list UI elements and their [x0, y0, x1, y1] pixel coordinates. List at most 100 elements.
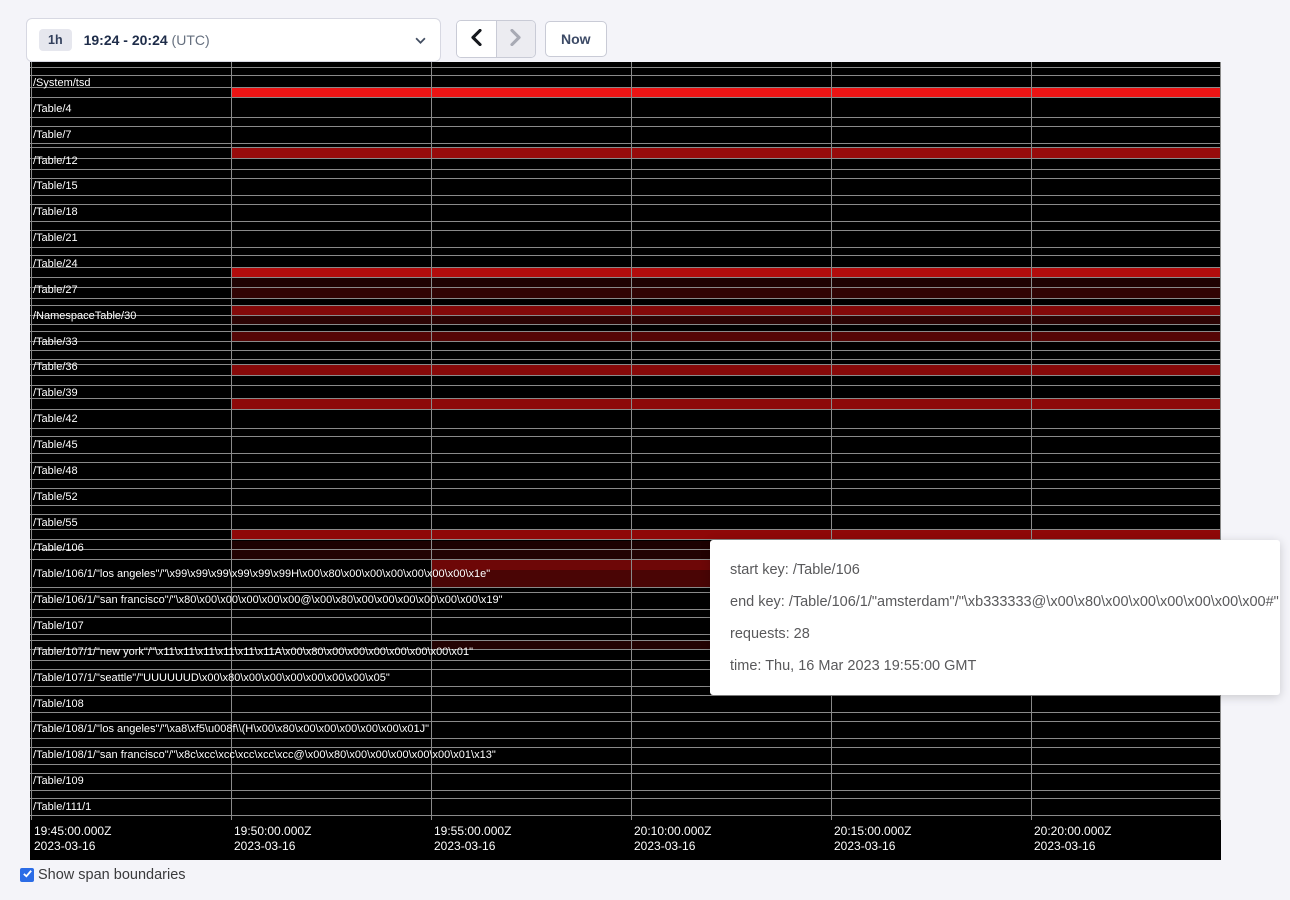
span-boundary-line: [30, 364, 1221, 365]
span-boundary-line: [30, 178, 1221, 179]
row-label: /Table/27: [33, 284, 78, 296]
span-boundary-line: [30, 721, 1221, 722]
span-boundary-line: [30, 87, 1221, 88]
span-boundary-line: [30, 712, 1221, 713]
row-label: /Table/108/1/"san francisco"/"\x8c\xcc\x…: [33, 749, 496, 761]
axis-tick: 19:50:00.000Z2023-03-16: [234, 824, 311, 854]
span-boundary-line: [30, 147, 1221, 148]
heat-band[interactable]: [231, 364, 1221, 375]
time-range-selector[interactable]: 1h 19:24 - 20:24 (UTC): [26, 18, 441, 62]
key-visualizer-canvas[interactable]: /System/tsd/Table/4/Table/7/Table/12/Tab…: [30, 62, 1221, 860]
heat-band[interactable]: [231, 315, 1221, 324]
span-boundary-line: [30, 409, 1221, 410]
heat-band[interactable]: [231, 331, 1221, 341]
span-boundary-line: [30, 359, 1221, 360]
span-boundary-line: [30, 764, 1221, 765]
span-boundary-line: [30, 221, 1221, 222]
axis-tick-time: 19:50:00.000Z: [234, 824, 311, 839]
span-boundary-line: [30, 798, 1221, 799]
time-bucket-line: [1031, 62, 1032, 820]
time-bucket-line: [31, 62, 32, 820]
row-label: /Table/106/1/"los angeles"/"\x99\x99\x99…: [33, 568, 490, 580]
time-bucket-line: [1220, 62, 1221, 820]
time-range-label: 19:24 - 20:24 (UTC): [84, 32, 210, 48]
row-label: /Table/42: [33, 413, 78, 425]
row-label: /Table/45: [33, 439, 78, 451]
row-label: /Table/15: [33, 180, 78, 192]
span-boundary-line: [30, 67, 1221, 68]
heat-band[interactable]: [231, 87, 1221, 98]
heat-band[interactable]: [231, 267, 1221, 278]
prev-time-button[interactable]: [457, 21, 496, 57]
axis-tick-date: 2023-03-16: [434, 839, 511, 854]
span-boundary-line: [30, 341, 1221, 342]
span-boundary-line: [30, 204, 1221, 205]
span-boundary-line: [30, 790, 1221, 791]
row-label: /Table/107/1/"new york"/"\x11\x11\x11\x1…: [33, 646, 473, 658]
span-boundary-line: [30, 305, 1221, 306]
axis-tick-date: 2023-03-16: [1034, 839, 1111, 854]
time-nav-group: [456, 20, 536, 58]
span-boundary-line: [30, 738, 1221, 739]
time-bucket-line: [831, 62, 832, 820]
row-label: /Table/52: [33, 491, 78, 503]
row-label: /Table/7: [33, 129, 72, 141]
axis-tick-time: 19:45:00.000Z: [34, 824, 111, 839]
span-boundary-line: [30, 230, 1221, 231]
row-label: /Table/48: [33, 465, 78, 477]
row-label: /Table/107: [33, 620, 84, 632]
heat-band[interactable]: [231, 305, 1221, 316]
show-span-boundaries-row[interactable]: Show span boundaries: [20, 867, 186, 883]
heat-band[interactable]: [231, 287, 1221, 298]
heatmap-tooltip: start key: /Table/106end key: /Table/106…: [710, 540, 1280, 695]
heat-band[interactable]: [231, 147, 1221, 158]
time-bucket-line: [431, 62, 432, 820]
heat-band[interactable]: [231, 277, 1221, 287]
axis-tick: 20:10:00.000Z2023-03-16: [634, 824, 711, 854]
span-boundary-line: [30, 815, 1221, 816]
span-boundary-line: [30, 462, 1221, 463]
span-boundary-line: [30, 195, 1221, 196]
span-boundary-line: [30, 514, 1221, 515]
show-span-boundaries-checkbox[interactable]: [20, 868, 34, 882]
span-boundary-line: [30, 298, 1221, 299]
row-label: /NamespaceTable/30: [33, 310, 136, 322]
span-boundary-line: [30, 375, 1221, 376]
now-button[interactable]: Now: [545, 21, 607, 57]
row-label: /Table/33: [33, 336, 78, 348]
show-span-boundaries-label: Show span boundaries: [38, 867, 186, 883]
span-boundary-line: [30, 324, 1221, 325]
span-boundary-line: [30, 117, 1221, 118]
row-label: /Table/4: [33, 103, 72, 115]
tooltip-line: time: Thu, 16 Mar 2023 19:55:00 GMT: [730, 650, 1260, 682]
span-boundary-line: [30, 169, 1221, 170]
span-boundary-line: [30, 529, 1221, 530]
span-boundary-line: [30, 747, 1221, 748]
time-bucket-line: [631, 62, 632, 820]
checkmark-icon: [22, 866, 33, 884]
tooltip-line: requests: 28: [730, 618, 1260, 650]
row-label: /Table/21: [33, 232, 78, 244]
tooltip-line: end key: /Table/106/1/"amsterdam"/"\xb33…: [730, 586, 1260, 618]
row-label: /System/tsd: [33, 77, 90, 89]
span-boundary-line: [30, 773, 1221, 774]
axis-tick-time: 20:20:00.000Z: [1034, 824, 1111, 839]
heat-band[interactable]: [231, 529, 1221, 540]
heat-band[interactable]: [231, 398, 1221, 409]
span-boundary-line: [30, 75, 1221, 76]
span-boundary-line: [30, 255, 1221, 256]
span-boundary-line: [30, 158, 1221, 159]
span-boundary-line: [30, 398, 1221, 399]
row-label: /Table/55: [33, 517, 78, 529]
axis-tick-date: 2023-03-16: [634, 839, 711, 854]
span-boundary-line: [30, 505, 1221, 506]
span-boundary-line: [30, 315, 1221, 316]
row-label: /Table/108: [33, 698, 84, 710]
span-boundary-line: [30, 126, 1221, 127]
span-boundary-line: [30, 143, 1221, 144]
axis-tick-date: 2023-03-16: [34, 839, 111, 854]
axis-tick-time: 20:15:00.000Z: [834, 824, 911, 839]
axis-tick-time: 19:55:00.000Z: [434, 824, 511, 839]
next-time-button[interactable]: [496, 21, 535, 57]
row-label: /Table/106: [33, 542, 84, 554]
